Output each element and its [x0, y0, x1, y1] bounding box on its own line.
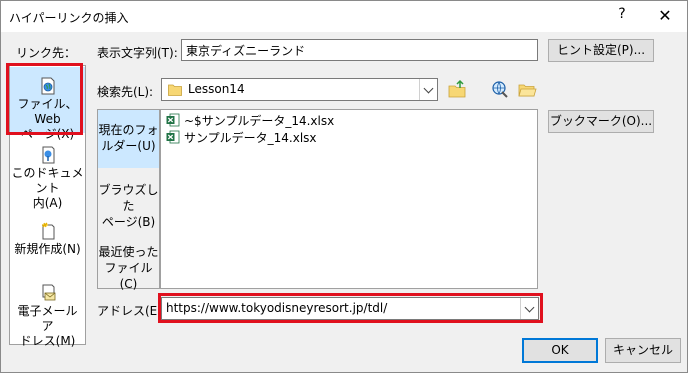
list-item[interactable]: ~$サンプルデータ_14.xlsx	[166, 112, 334, 128]
look-in-combobox[interactable]: Lesson14	[161, 78, 438, 101]
chevron-down-icon[interactable]	[419, 79, 437, 100]
excel-file-icon	[166, 113, 180, 127]
link-to-email-address[interactable]: 電子メール ア ドレス(M)	[10, 284, 85, 348]
file-list[interactable]: ~$サンプルデータ_14.xlsx サンプルデータ_14.xlsx	[160, 109, 538, 289]
link-to-item-label-2: ドレス(M)	[19, 334, 76, 348]
display-text-input[interactable]: 東京ディズニーランド	[181, 39, 538, 61]
browse-file-icon[interactable]	[516, 78, 538, 100]
address-label: アドレス(E):	[97, 304, 166, 318]
browse-recent-files[interactable]: 最近使った ファイル(C)	[98, 244, 159, 291]
screentip-button[interactable]: ヒント設定(P)...	[548, 39, 654, 62]
browse-panel: 現在のフォ ルダー(U) ブラウズした ページ(B) 最近使った ファイル(C)	[97, 109, 160, 291]
browse-item-label-1: ブラウズした	[98, 183, 159, 213]
document-place-icon	[42, 146, 54, 164]
file-name: ~$サンプルデータ_14.xlsx	[184, 113, 335, 128]
title-bar: ハイパーリンクの挿入 ? ✕	[1, 1, 687, 32]
insert-hyperlink-dialog: ハイパーリンクの挿入 ? ✕ リンク先： ファイル、Web ページ(X) このド…	[0, 0, 688, 373]
window-title: ハイパーリンクの挿入	[9, 11, 129, 25]
look-in-value: Lesson14	[188, 82, 245, 96]
new-document-icon	[41, 222, 54, 240]
browse-item-label-1: 現在のフォ	[98, 123, 159, 137]
browse-item-label-1: 最近使った	[98, 245, 159, 259]
cancel-button[interactable]: キャンセル	[605, 338, 681, 363]
link-to-place-in-document[interactable]: このドキュメント 内(A)	[10, 146, 85, 210]
browse-web-icon[interactable]	[488, 78, 510, 100]
excel-file-icon	[166, 130, 180, 144]
highlight-box-link-to	[6, 63, 83, 135]
up-one-folder-icon[interactable]	[446, 78, 468, 100]
link-to-item-label-2: 内(A)	[32, 196, 63, 210]
folder-icon	[168, 84, 182, 96]
link-to-item-label-1: このドキュメント	[11, 166, 84, 195]
display-text-label: 表示文字列(T):	[97, 46, 178, 60]
link-to-create-new-document[interactable]: 新規作成(N)	[10, 222, 85, 262]
link-to-label: リンク先：	[16, 46, 77, 60]
ok-button[interactable]: OK	[522, 338, 598, 363]
help-button[interactable]: ?	[611, 6, 633, 22]
file-name: サンプルデータ_14.xlsx	[184, 130, 317, 145]
bookmark-button[interactable]: ブックマーク(O)...	[548, 110, 654, 133]
browse-item-label-2: ファイル(C)	[104, 261, 153, 291]
browse-current-folder[interactable]: 現在のフォ ルダー(U)	[98, 110, 159, 168]
browse-item-label-2: ページ(B)	[101, 215, 156, 229]
browse-browsed-pages[interactable]: ブラウズした ページ(B)	[98, 182, 159, 229]
highlight-box-address	[158, 293, 543, 323]
link-to-item-label-1: 新規作成(N)	[14, 242, 81, 256]
close-button[interactable]: ✕	[645, 2, 685, 30]
email-icon	[42, 284, 55, 301]
link-to-item-label-1: 電子メール ア	[17, 304, 78, 333]
look-in-label: 検索先(L):	[97, 85, 154, 99]
browse-item-label-2: ルダー(U)	[101, 139, 156, 153]
list-item[interactable]: サンプルデータ_14.xlsx	[166, 129, 317, 145]
